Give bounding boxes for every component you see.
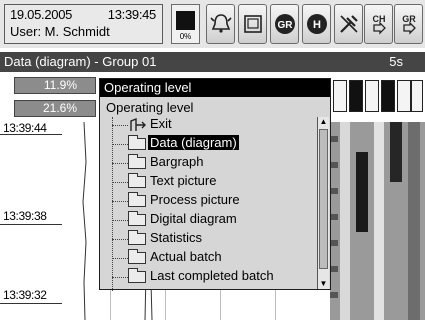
menu-item-bargraph[interactable]: Bargraph (112, 154, 312, 172)
menu-item-text-picture[interactable]: Text picture (112, 173, 312, 191)
digital-channel-strip (330, 122, 425, 320)
group-next-icon: GR (402, 14, 416, 35)
digital-track (374, 122, 384, 320)
exit-icon (130, 117, 146, 131)
menu-item-last-completed-batch[interactable]: Last completed batch (112, 268, 312, 286)
value-text: 21.6% (42, 101, 77, 115)
scale-tick (330, 266, 338, 272)
menu-item-label: Bargraph (150, 154, 204, 169)
scroll-down-icon[interactable]: ▼ (319, 279, 328, 289)
folder-icon (128, 268, 146, 283)
scale-tick (330, 188, 338, 194)
folder-icon (128, 230, 146, 245)
folder-icon (128, 192, 146, 207)
channel-next-icon: CH (373, 14, 386, 35)
menu-item-label: Text picture (150, 173, 217, 188)
h-icon: H (307, 14, 327, 34)
tools-button[interactable] (334, 4, 363, 44)
operating-level-menu: Operating level Operating level Exit Dat… (99, 78, 331, 291)
menu-item-statistics[interactable]: Statistics (112, 230, 312, 248)
memory-bar-icon (176, 11, 195, 30)
menu-item-label: Actual batch (150, 249, 222, 264)
tools-icon (340, 15, 358, 33)
group-title: Data (diagram) - Group 01 (4, 54, 157, 69)
folder-icon (128, 154, 146, 169)
folder-icon (128, 173, 146, 188)
menu-title: Operating level (106, 100, 194, 115)
menu-item-data-diagram[interactable]: Data (diagram) (112, 135, 312, 153)
gr-button[interactable]: GR (270, 4, 299, 44)
menu-header: Operating level (100, 79, 330, 97)
menu-item-actual-batch[interactable]: Actual batch (112, 249, 312, 267)
alarm-button[interactable] (206, 4, 235, 44)
digital-track (340, 122, 350, 320)
channel-marker (381, 80, 395, 112)
scale-tick (330, 136, 338, 142)
folder-icon (128, 249, 146, 264)
value-row: 11.9% (14, 77, 96, 94)
gr-icon: GR (275, 14, 295, 34)
folder-icon (128, 135, 146, 150)
memory-indicator: 0% (171, 4, 200, 44)
menu-item-label: Exit (150, 116, 172, 131)
channel-next-button[interactable]: CH (364, 4, 393, 44)
svg-text:GR: GR (402, 14, 416, 24)
menu-item-label: Last completed batch (150, 268, 274, 283)
scroll-thumb[interactable] (319, 129, 328, 269)
memory-percent: 0% (179, 32, 192, 41)
scroll-up-icon[interactable]: ▲ (319, 117, 328, 127)
menu-item-label: Data (diagram) (148, 135, 239, 150)
menu-scrollbar[interactable]: ▲ ▼ (317, 117, 329, 289)
menu-item-label: Statistics (150, 230, 203, 245)
scale-tick (330, 240, 338, 246)
scale-tick (330, 292, 338, 298)
digital-track (408, 122, 420, 320)
folder-icon (128, 211, 146, 226)
menu-item-exit[interactable]: Exit (112, 116, 312, 134)
value-row: 21.6% (14, 100, 96, 117)
digital-track (390, 122, 402, 182)
svg-text:GR: GR (278, 20, 294, 31)
digital-track (356, 152, 368, 232)
menu-item-process-picture[interactable]: Process picture (112, 192, 312, 210)
time-display: 13:39:45 (107, 7, 157, 22)
menu-item-digital-diagram[interactable]: Digital diagram (112, 211, 312, 229)
channel-marker (349, 80, 363, 112)
user-display: User: M. Schmidt (10, 24, 110, 39)
channel-marker (365, 80, 379, 112)
group-title-bar: Data (diagram) - Group 01 5s (0, 52, 425, 72)
value-text: 11.9% (43, 78, 77, 92)
alarm-bell-icon (210, 14, 232, 33)
menu-item-label: Digital diagram (150, 211, 237, 226)
menu-item-label: Process picture (150, 192, 240, 207)
scale-tick (330, 162, 338, 168)
svg-text:H: H (313, 19, 321, 31)
header-bar: 19.05.2005 13:39:45 User: M. Schmidt 0% (0, 0, 425, 48)
window-icon (244, 15, 262, 33)
scale-tick (330, 214, 338, 220)
window-button[interactable] (238, 4, 267, 44)
menu-header-label: Operating level (104, 80, 192, 95)
channel-marker (333, 80, 347, 112)
channel-marker (397, 80, 411, 112)
recorder-screen: 19.05.2005 13:39:45 User: M. Schmidt 0% (0, 0, 425, 320)
group-next-button[interactable]: GR (394, 4, 423, 44)
h-button[interactable]: H (302, 4, 331, 44)
sample-rate: 5s (389, 54, 403, 69)
svg-text:CH: CH (373, 14, 386, 24)
status-info-panel: 19.05.2005 13:39:45 User: M. Schmidt (4, 4, 163, 44)
date-display: 19.05.2005 (10, 7, 73, 22)
channel-marker (411, 80, 423, 112)
